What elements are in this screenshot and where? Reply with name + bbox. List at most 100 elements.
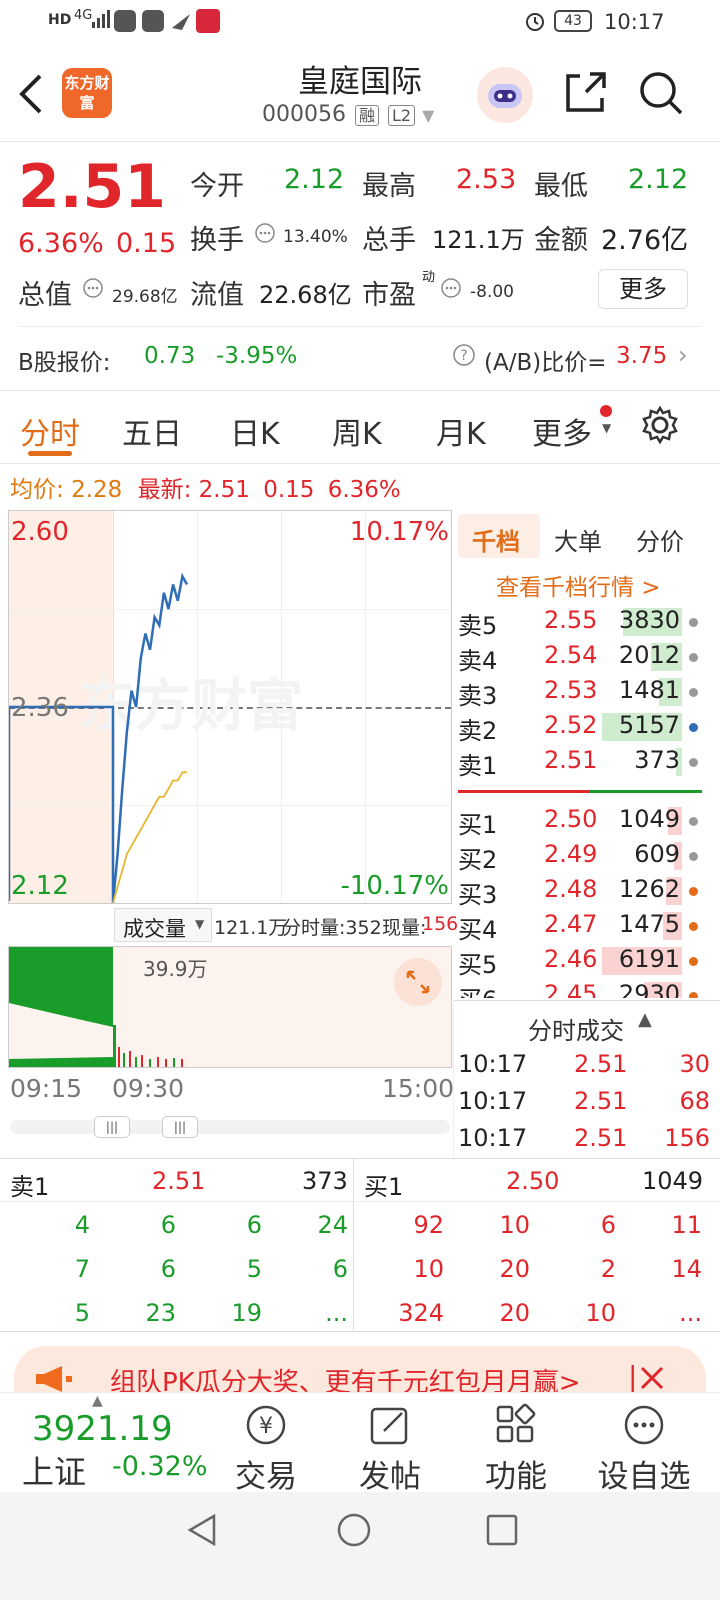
tick-time: 10:17 (458, 1124, 528, 1152)
tab-weekly-k[interactable]: 周K (332, 409, 382, 453)
robot-assistant-icon[interactable] (476, 66, 534, 128)
tab-daily-k[interactable]: 日K (230, 409, 280, 453)
level-label: 买1 (458, 811, 498, 839)
queue-order-qty: 5 (246, 1255, 262, 1283)
more-button[interactable]: 更多 (598, 269, 688, 309)
index-ticker[interactable]: 3921.19 上证 -0.32% (0, 1393, 220, 1493)
ask-level-row[interactable]: 卖3 2.53 1481 (458, 676, 704, 711)
alarm-icon (524, 10, 546, 37)
queue-order-qty: 20 (499, 1255, 530, 1283)
volume-max-label: 39.9万 (143, 957, 208, 981)
price-chart-svg (9, 572, 189, 903)
level-label: 卖5 (458, 612, 498, 640)
intraday-chart[interactable]: 东方财富 2.60 2.36 2.12 10.17% -10.17% (8, 510, 452, 904)
bid-level-row[interactable]: 买2 2.49 609 (458, 840, 704, 875)
tab-monthly-k[interactable]: 月K (436, 409, 486, 453)
queue-order-qty: 24 (317, 1211, 348, 1239)
level-label: 卖1 (458, 752, 498, 780)
tick-trades-panel: 分时成交 ▲ 10:17 2.51 30 10:17 2.51 68 10:17 2.51 15… (453, 1000, 720, 1156)
level-qty: 1049 (618, 805, 680, 833)
status-dot (689, 758, 698, 767)
nav-add-watchlist[interactable]: 设自选 (584, 1403, 704, 1496)
stock-name: 皇庭国际 (298, 64, 422, 100)
system-recents-icon[interactable] (486, 1514, 518, 1550)
tick-header[interactable]: 分时成交 ▲ (454, 1000, 720, 1046)
info-icon[interactable] (254, 222, 276, 248)
ask-level-row[interactable]: 卖1 2.51 373 (458, 746, 704, 781)
level-qty: 1262 (618, 875, 680, 903)
system-back-icon[interactable] (184, 1512, 220, 1552)
nav-trade[interactable]: ¥ 交易 (206, 1403, 326, 1496)
tab-price-distribution[interactable]: 分价 (636, 522, 684, 557)
tick-time: 10:17 (458, 1050, 528, 1078)
y-axis-mid-label: 2.36 (11, 693, 69, 723)
level-label: 买3 (458, 881, 498, 909)
time-range-scrollbar[interactable] (10, 1120, 450, 1134)
tab-intraday[interactable]: 分时 (20, 409, 80, 453)
tab-big-orders[interactable]: 大单 (554, 522, 602, 557)
tick-price: 2.51 (574, 1124, 628, 1152)
y-axis-bottom-label: 2.12 (11, 871, 69, 901)
level2-order-queue: 卖1 2.51 373 买1 2.50 1049 4 6 6 24 7 6 5 6 5 23 19.… (0, 1158, 720, 1332)
app-notification-icon (142, 10, 164, 37)
bid-level-row[interactable]: 买5 2.46 6191 (458, 945, 704, 980)
level-qty: 3830 (618, 606, 680, 634)
tick-row: 10:17 2.51 156 (458, 1124, 710, 1158)
volume-header: 成交量 ▼ 121.1万 分时量:352 现量: 156 (8, 908, 458, 946)
nav-functions[interactable]: 功能 (456, 1403, 576, 1496)
share-icon[interactable] (562, 70, 608, 120)
stock-code-row[interactable]: 000056 融 L2 ▼ (262, 102, 434, 127)
buy-sell-ratio-bar (458, 790, 702, 793)
help-icon[interactable]: ? (452, 343, 476, 371)
gear-icon[interactable] (640, 405, 680, 449)
ask-level-row[interactable]: 卖2 2.52 5157 (458, 711, 704, 746)
margin-tag: 融 (354, 105, 379, 126)
system-nav-bar (0, 1492, 720, 1600)
index-name: 上证 (22, 1453, 87, 1491)
ask-level-row[interactable]: 卖5 2.55 3830 (458, 606, 704, 641)
nav-trade-label: 交易 (235, 1459, 297, 1495)
level-label: 卖3 (458, 682, 498, 710)
queue-order-qty: 6 (332, 1255, 348, 1283)
open-label: 今开 (190, 171, 244, 202)
latest-label: 最新: (137, 477, 192, 503)
volume-indicator-select[interactable]: 成交量 ▼ (114, 908, 212, 942)
queue-order-qty: 324 (398, 1299, 444, 1327)
queue-order-qty: 6 (600, 1211, 616, 1239)
queue-order-qty: 5 (74, 1299, 90, 1327)
ask-level-row[interactable]: 卖4 2.54 2012 (458, 641, 704, 676)
volume-svg (9, 947, 183, 1067)
range-handle-left[interactable]: ||| (94, 1116, 130, 1138)
hd-icon: HD (48, 12, 72, 28)
b-share-price: 0.73 (144, 343, 196, 369)
view-thousand-levels-link[interactable]: 查看千档行情 > (496, 568, 661, 602)
expand-icon[interactable] (393, 957, 443, 1011)
queue-order-qty: 14 (671, 1255, 702, 1283)
info-icon[interactable] (440, 277, 462, 303)
system-home-icon[interactable] (336, 1512, 372, 1552)
range-handle-right[interactable]: ||| (162, 1116, 198, 1138)
status-dot (689, 817, 698, 826)
svg-text:¥: ¥ (259, 1414, 273, 1439)
level-price: 2.55 (544, 606, 598, 634)
tab-thousand-levels[interactable]: 千档 (458, 514, 540, 558)
b-share-row[interactable]: B股报价: 0.73 -3.95% ? (A/B)比价= 3.75 › (18, 326, 702, 388)
pct-axis-bottom-label: -10.17% (340, 871, 449, 901)
info-icon[interactable] (82, 277, 104, 303)
nav-functions-label: 功能 (485, 1459, 547, 1495)
queue-order-qty: ... (679, 1299, 702, 1327)
bid-level-row[interactable]: 买4 2.47 1475 (458, 910, 704, 945)
tick-volume: 68 (679, 1087, 710, 1115)
bid-level-row[interactable]: 买1 2.50 1049 (458, 805, 704, 840)
level-price: 2.48 (544, 875, 598, 903)
sell1-qty: 373 (302, 1167, 348, 1195)
queue-order-qty: 10 (413, 1255, 444, 1283)
nav-post[interactable]: 发帖 (330, 1403, 450, 1496)
bid-level-row[interactable]: 买3 2.48 1262 (458, 875, 704, 910)
high-value: 2.53 (456, 164, 517, 195)
tab-more[interactable]: 更多 (532, 409, 592, 453)
search-icon[interactable] (638, 70, 684, 120)
level-price: 2.52 (544, 711, 598, 739)
bid-level-row[interactable]: 买6 2.45 2930 (458, 980, 704, 998)
tab-five-day[interactable]: 五日 (122, 409, 182, 453)
